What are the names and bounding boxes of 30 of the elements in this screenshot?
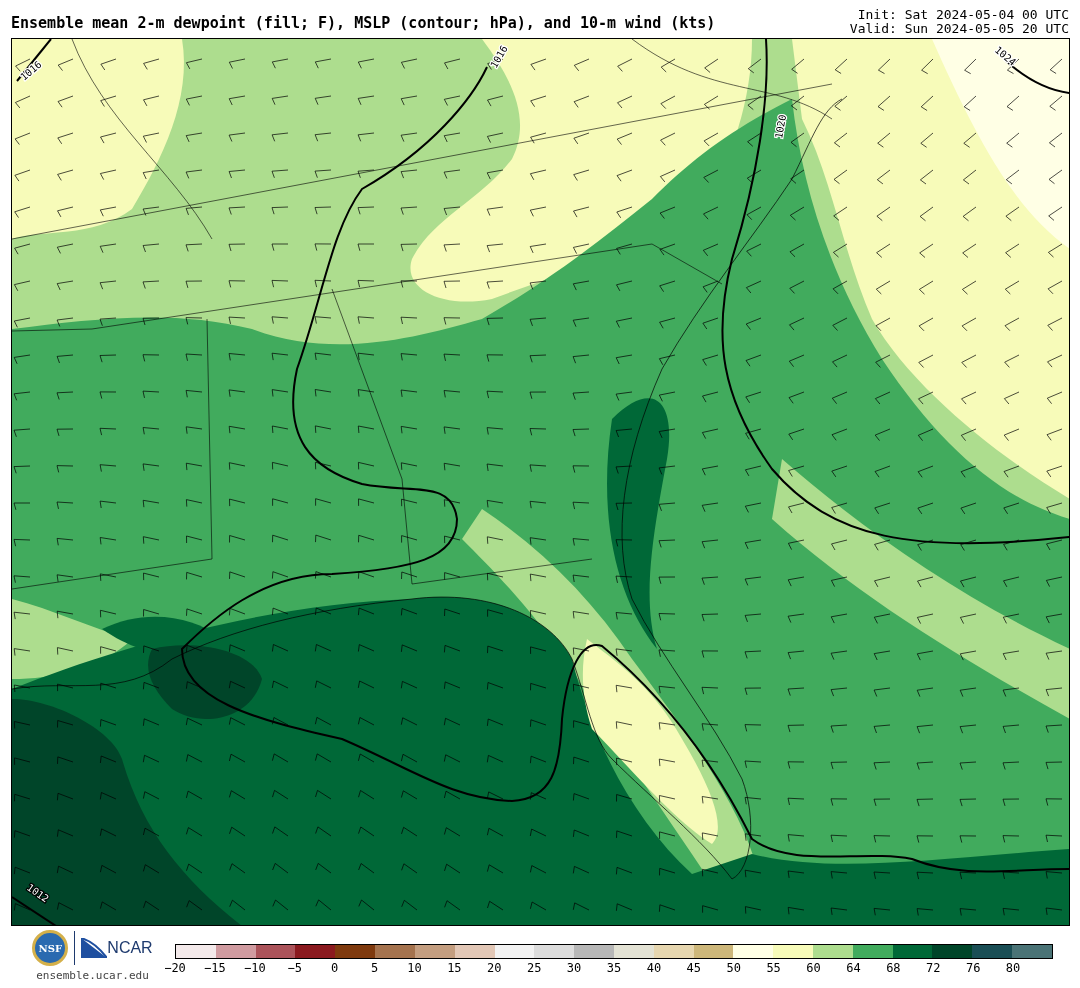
colorbar-tick-label: −5	[287, 961, 302, 975]
colorbar-tick-label: 25	[526, 961, 542, 975]
ncar-logo-icon	[81, 938, 108, 958]
colorbar-tick-label: 55	[766, 961, 781, 975]
init-time: Init: Sat 2024-05-04 00 UTC	[857, 8, 1069, 22]
colorbar-tick-label: 10	[407, 961, 422, 975]
colorbar-tick-label: 5	[370, 961, 379, 975]
colorbar-tick-label: 0	[331, 961, 339, 975]
colorbar-tick-label: −20	[164, 961, 186, 975]
isobar-label: 1020	[773, 113, 789, 140]
colorbar-tick-label: −10	[243, 961, 266, 975]
colorbar-tick-label: 50	[726, 961, 741, 975]
colorbar-tick-label: 30	[566, 961, 582, 975]
ncar-logo: NCAR	[107, 938, 153, 958]
colorbar-tick-label: 80	[1005, 961, 1021, 975]
colorbar-tick-label: 20	[487, 961, 502, 975]
colorbar-tick-label: 45	[686, 961, 702, 975]
plot-title: Ensemble mean 2-m dewpoint (fill; F), MSLP (contour; hPa), and 10-m wind (kts)	[11, 13, 716, 33]
colorbar-tick-label: 60	[806, 961, 821, 975]
nsf-logo: NSF	[32, 930, 69, 966]
colorbar-tick-label: 64	[846, 961, 861, 975]
valid-time: Valid: Sun 2024-05-05 20 UTC	[849, 22, 1069, 36]
colorbar-tick-label: 40	[646, 961, 662, 975]
colorbar-tick-label: −15	[204, 961, 226, 975]
colorbar-tick-label: 15	[447, 961, 462, 975]
colorbar-tick-label: 68	[886, 961, 901, 975]
colorbar-tick-label: 35	[606, 961, 622, 975]
colorbar-tick-label: 72	[926, 961, 941, 975]
site-url: ensemble.ucar.edu	[36, 968, 149, 984]
colorbar-tick-label: 76	[965, 961, 981, 975]
